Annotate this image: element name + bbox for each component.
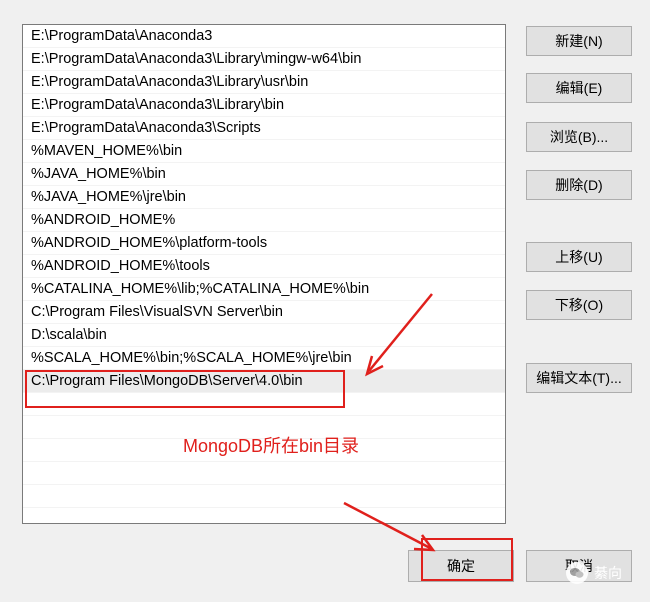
list-item[interactable]: %ANDROID_HOME%\tools [23, 255, 505, 278]
list-item[interactable]: %JAVA_HOME%\bin [23, 163, 505, 186]
browse-button[interactable]: 浏览(B)... [526, 122, 632, 152]
delete-button[interactable]: 删除(D) [526, 170, 632, 200]
list-item[interactable]: %ANDROID_HOME%\platform-tools [23, 232, 505, 255]
watermark-text: 綦向 [594, 565, 622, 581]
annotation-label: MongoDB所在bin目录 [183, 436, 360, 456]
wechat-icon [566, 562, 588, 584]
list-item[interactable]: E:\ProgramData\Anaconda3\Scripts [23, 117, 505, 140]
list-item[interactable]: %ANDROID_HOME% [23, 209, 505, 232]
list-item[interactable]: E:\ProgramData\Anaconda3\Library\bin [23, 94, 505, 117]
list-item[interactable]: %SCALA_HOME%\bin;%SCALA_HOME%\jre\bin [23, 347, 505, 370]
list-item[interactable]: %CATALINA_HOME%\lib;%CATALINA_HOME%\bin [23, 278, 505, 301]
new-button[interactable]: 新建(N) [526, 26, 632, 56]
edit-text-button[interactable]: 编辑文本(T)... [526, 363, 632, 393]
list-item[interactable]: E:\ProgramData\Anaconda3\Library\usr\bin [23, 71, 505, 94]
empty-row[interactable] [23, 462, 505, 485]
list-item[interactable]: D:\scala\bin [23, 324, 505, 347]
edit-button[interactable]: 编辑(E) [526, 73, 632, 103]
empty-row[interactable] [23, 485, 505, 508]
empty-row[interactable] [23, 393, 505, 416]
list-item-selected[interactable]: C:\Program Files\MongoDB\Server\4.0\bin [23, 370, 505, 393]
list-item[interactable]: E:\ProgramData\Anaconda3 [23, 25, 505, 48]
list-item[interactable]: %JAVA_HOME%\jre\bin [23, 186, 505, 209]
list-item[interactable]: E:\ProgramData\Anaconda3\Library\mingw-w… [23, 48, 505, 71]
list-item[interactable]: C:\Program Files\VisualSVN Server\bin [23, 301, 505, 324]
ok-button[interactable]: 确定 [408, 550, 514, 582]
move-down-button[interactable]: 下移(O) [526, 290, 632, 320]
list-item[interactable]: %MAVEN_HOME%\bin [23, 140, 505, 163]
watermark: 綦向 [566, 562, 622, 584]
move-up-button[interactable]: 上移(U) [526, 242, 632, 272]
